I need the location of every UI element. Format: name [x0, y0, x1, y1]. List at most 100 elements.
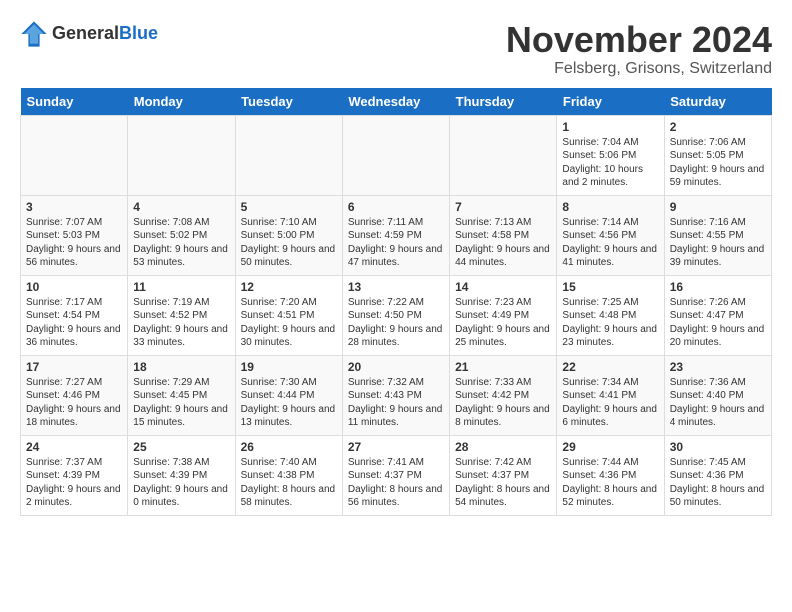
logo-icon	[20, 20, 48, 48]
day-cell: 6 Sunrise: 7:11 AM Sunset: 4:59 PM Daylig…	[342, 195, 449, 275]
day-cell: 18 Sunrise: 7:29 AM Sunset: 4:45 PM Dayli…	[128, 355, 235, 435]
day-number: 30	[670, 440, 766, 454]
day-info: Sunrise: 7:27 AM Sunset: 4:46 PM Dayligh…	[26, 376, 122, 430]
day-info: Sunrise: 7:36 AM Sunset: 4:40 PM Dayligh…	[670, 376, 766, 430]
day-info: Sunrise: 7:10 AM Sunset: 5:00 PM Dayligh…	[241, 216, 337, 270]
day-cell: 1Sunrise: 7:04 AM Sunset: 5:06 PM Daylig…	[557, 115, 664, 195]
day-cell: 26 Sunrise: 7:40 AM Sunset: 4:38 PM Dayli…	[235, 435, 342, 515]
calendar-header-row: SundayMondayTuesdayWednesdayThursdayFrid…	[21, 88, 772, 116]
day-cell: 30Sunrise: 7:45 AM Sunset: 4:36 PM Dayli…	[664, 435, 771, 515]
day-number: 26	[241, 440, 337, 454]
day-info: Sunrise: 7:23 AM Sunset: 4:49 PM Dayligh…	[455, 296, 551, 350]
header: General Blue November 2024 Felsberg, Gri…	[20, 20, 772, 78]
week-row-3: 10 Sunrise: 7:17 AM Sunset: 4:54 PM Dayli…	[21, 275, 772, 355]
week-row-5: 24Sunrise: 7:37 AM Sunset: 4:39 PM Dayli…	[21, 435, 772, 515]
day-info: Sunrise: 7:20 AM Sunset: 4:51 PM Dayligh…	[241, 296, 337, 350]
day-cell: 24Sunrise: 7:37 AM Sunset: 4:39 PM Dayli…	[21, 435, 128, 515]
day-info: Sunrise: 7:16 AM Sunset: 4:55 PM Dayligh…	[670, 216, 766, 270]
title-area: November 2024 Felsberg, Grisons, Switzer…	[506, 20, 772, 78]
day-number: 25	[133, 440, 229, 454]
day-info: Sunrise: 7:29 AM Sunset: 4:45 PM Dayligh…	[133, 376, 229, 430]
day-cell: 7 Sunrise: 7:13 AM Sunset: 4:58 PM Daylig…	[450, 195, 557, 275]
day-cell: 4 Sunrise: 7:08 AM Sunset: 5:02 PM Daylig…	[128, 195, 235, 275]
day-cell: 10 Sunrise: 7:17 AM Sunset: 4:54 PM Dayli…	[21, 275, 128, 355]
day-cell: 13Sunrise: 7:22 AM Sunset: 4:50 PM Dayli…	[342, 275, 449, 355]
day-info: Sunrise: 7:14 AM Sunset: 4:56 PM Dayligh…	[562, 216, 658, 270]
day-cell: 15 Sunrise: 7:25 AM Sunset: 4:48 PM Dayli…	[557, 275, 664, 355]
day-info: Sunrise: 7:08 AM Sunset: 5:02 PM Dayligh…	[133, 216, 229, 270]
day-cell: 5 Sunrise: 7:10 AM Sunset: 5:00 PM Daylig…	[235, 195, 342, 275]
day-number: 5	[241, 200, 337, 214]
header-monday: Monday	[128, 88, 235, 116]
day-number: 11	[133, 280, 229, 294]
day-cell: 9 Sunrise: 7:16 AM Sunset: 4:55 PM Daylig…	[664, 195, 771, 275]
day-info: Sunrise: 7:13 AM Sunset: 4:58 PM Dayligh…	[455, 216, 551, 270]
week-row-4: 17 Sunrise: 7:27 AM Sunset: 4:46 PM Dayli…	[21, 355, 772, 435]
location-title: Felsberg, Grisons, Switzerland	[506, 60, 772, 78]
day-info: Sunrise: 7:22 AM Sunset: 4:50 PM Dayligh…	[348, 296, 444, 350]
day-info: Sunrise: 7:07 AM Sunset: 5:03 PM Dayligh…	[26, 216, 122, 270]
day-info: Sunrise: 7:06 AM Sunset: 5:05 PM Dayligh…	[670, 136, 766, 190]
day-number: 21	[455, 360, 551, 374]
day-cell: 28Sunrise: 7:42 AM Sunset: 4:37 PM Dayli…	[450, 435, 557, 515]
day-number: 6	[348, 200, 444, 214]
day-info: Sunrise: 7:40 AM Sunset: 4:38 PM Dayligh…	[241, 456, 337, 510]
day-cell: 29 Sunrise: 7:44 AM Sunset: 4:36 PM Dayli…	[557, 435, 664, 515]
header-tuesday: Tuesday	[235, 88, 342, 116]
day-info: Sunrise: 7:25 AM Sunset: 4:48 PM Dayligh…	[562, 296, 658, 350]
day-number: 1	[562, 120, 658, 134]
day-number: 18	[133, 360, 229, 374]
header-thursday: Thursday	[450, 88, 557, 116]
day-number: 2	[670, 120, 766, 134]
header-saturday: Saturday	[664, 88, 771, 116]
day-number: 17	[26, 360, 122, 374]
day-info: Sunrise: 7:30 AM Sunset: 4:44 PM Dayligh…	[241, 376, 337, 430]
day-cell	[21, 115, 128, 195]
day-cell	[235, 115, 342, 195]
day-info: Sunrise: 7:38 AM Sunset: 4:39 PM Dayligh…	[133, 456, 229, 510]
day-number: 9	[670, 200, 766, 214]
day-info: Sunrise: 7:41 AM Sunset: 4:37 PM Dayligh…	[348, 456, 444, 510]
calendar-table: SundayMondayTuesdayWednesdayThursdayFrid…	[20, 88, 772, 516]
day-info: Sunrise: 7:37 AM Sunset: 4:39 PM Dayligh…	[26, 456, 122, 510]
day-cell: 19 Sunrise: 7:30 AM Sunset: 4:44 PM Dayli…	[235, 355, 342, 435]
day-number: 19	[241, 360, 337, 374]
week-row-1: 1Sunrise: 7:04 AM Sunset: 5:06 PM Daylig…	[21, 115, 772, 195]
day-number: 7	[455, 200, 551, 214]
day-number: 29	[562, 440, 658, 454]
day-number: 23	[670, 360, 766, 374]
day-info: Sunrise: 7:42 AM Sunset: 4:37 PM Dayligh…	[455, 456, 551, 510]
day-cell	[342, 115, 449, 195]
day-cell: 11 Sunrise: 7:19 AM Sunset: 4:52 PM Dayli…	[128, 275, 235, 355]
day-number: 14	[455, 280, 551, 294]
day-cell: 17 Sunrise: 7:27 AM Sunset: 4:46 PM Dayli…	[21, 355, 128, 435]
day-cell	[450, 115, 557, 195]
day-info: Sunrise: 7:19 AM Sunset: 4:52 PM Dayligh…	[133, 296, 229, 350]
header-sunday: Sunday	[21, 88, 128, 116]
day-info: Sunrise: 7:17 AM Sunset: 4:54 PM Dayligh…	[26, 296, 122, 350]
day-number: 3	[26, 200, 122, 214]
day-cell: 8 Sunrise: 7:14 AM Sunset: 4:56 PM Daylig…	[557, 195, 664, 275]
day-info: Sunrise: 7:34 AM Sunset: 4:41 PM Dayligh…	[562, 376, 658, 430]
day-cell: 23 Sunrise: 7:36 AM Sunset: 4:40 PM Dayli…	[664, 355, 771, 435]
day-number: 4	[133, 200, 229, 214]
day-cell: 14 Sunrise: 7:23 AM Sunset: 4:49 PM Dayli…	[450, 275, 557, 355]
day-cell: 2 Sunrise: 7:06 AM Sunset: 5:05 PM Daylig…	[664, 115, 771, 195]
day-number: 15	[562, 280, 658, 294]
day-number: 16	[670, 280, 766, 294]
day-info: Sunrise: 7:32 AM Sunset: 4:43 PM Dayligh…	[348, 376, 444, 430]
day-cell: 20Sunrise: 7:32 AM Sunset: 4:43 PM Dayli…	[342, 355, 449, 435]
day-number: 10	[26, 280, 122, 294]
day-cell: 25 Sunrise: 7:38 AM Sunset: 4:39 PM Dayli…	[128, 435, 235, 515]
logo-blue: Blue	[119, 24, 158, 44]
day-cell: 27Sunrise: 7:41 AM Sunset: 4:37 PM Dayli…	[342, 435, 449, 515]
header-friday: Friday	[557, 88, 664, 116]
day-cell	[128, 115, 235, 195]
day-info: Sunrise: 7:26 AM Sunset: 4:47 PM Dayligh…	[670, 296, 766, 350]
day-number: 8	[562, 200, 658, 214]
logo: General Blue	[20, 20, 158, 48]
day-info: Sunrise: 7:44 AM Sunset: 4:36 PM Dayligh…	[562, 456, 658, 510]
day-info: Sunrise: 7:11 AM Sunset: 4:59 PM Dayligh…	[348, 216, 444, 270]
day-number: 22	[562, 360, 658, 374]
day-info: Sunrise: 7:33 AM Sunset: 4:42 PM Dayligh…	[455, 376, 551, 430]
